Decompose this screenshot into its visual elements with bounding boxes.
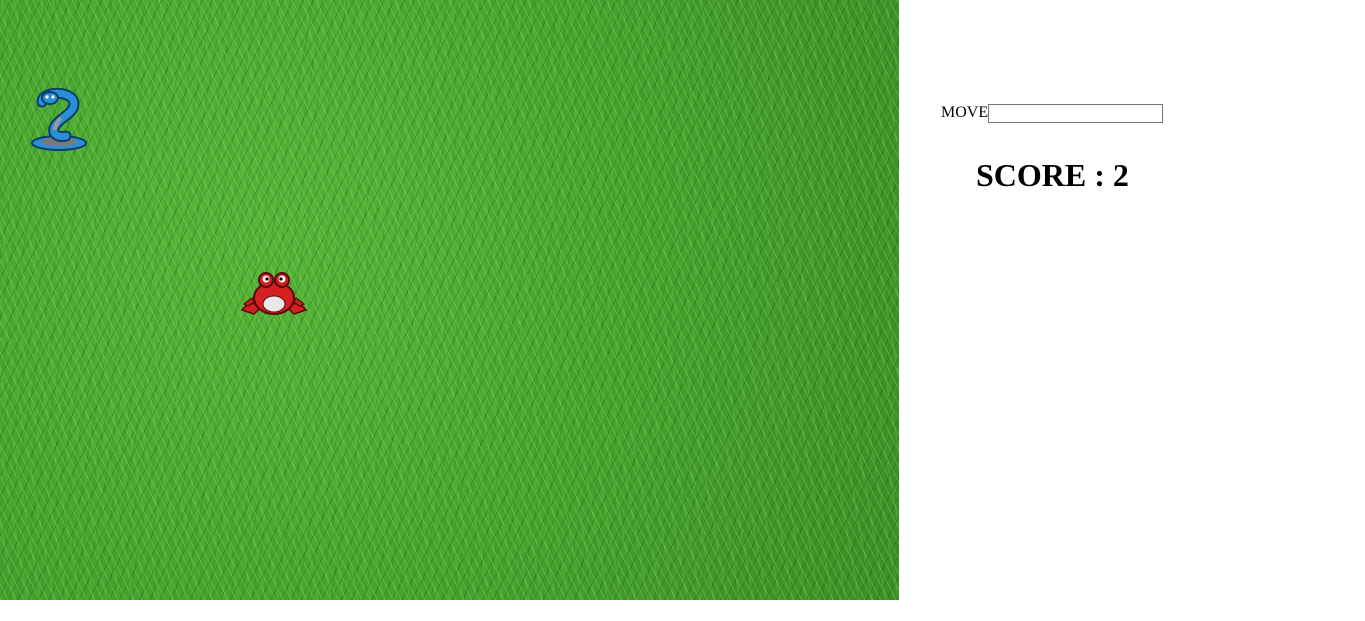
score-label: SCORE	[976, 157, 1087, 193]
snake-icon	[31, 88, 87, 151]
score-display: SCORE : 2	[976, 157, 1129, 194]
move-control: MOVE	[941, 103, 1164, 123]
frog-icon	[240, 272, 308, 315]
score-value: 2	[1112, 157, 1129, 193]
move-input[interactable]	[988, 103, 1164, 123]
score-separator: :	[1086, 157, 1113, 193]
game-board	[0, 0, 899, 600]
move-label: MOVE	[941, 104, 989, 121]
